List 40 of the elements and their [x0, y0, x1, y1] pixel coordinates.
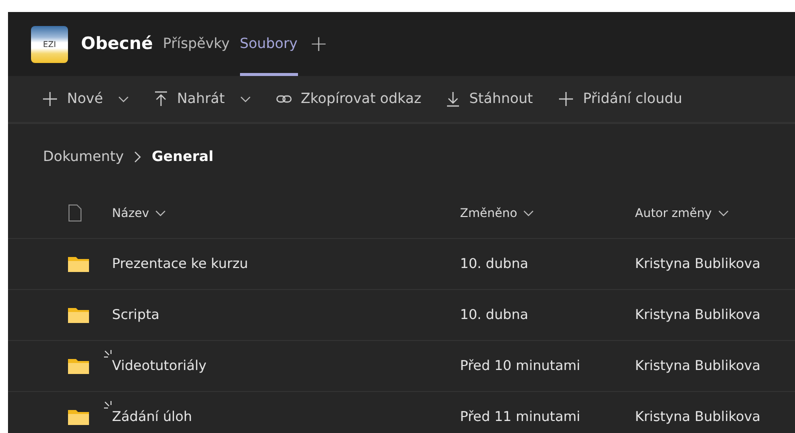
- toolbar-button[interactable]: Nové: [42, 91, 129, 107]
- table-cell-text: Před 10 minutami: [460, 358, 582, 374]
- table-cell-text: 10. dubna: [460, 307, 530, 323]
- table-cell-text: Kristyna Bublikova: [635, 256, 762, 272]
- toolbar-button[interactable]: Stáhnout: [446, 91, 533, 107]
- folder-icon: [68, 256, 89, 272]
- file-name[interactable]: Zádání úloh: [112, 409, 192, 425]
- file-type-icon: [68, 204, 82, 222]
- add-tab-button[interactable]: +: [310, 32, 328, 56]
- table-cell-text: Před 11 minutami: [460, 409, 582, 425]
- table-cell-text: 10. dubna: [460, 256, 530, 272]
- plus-icon: [558, 91, 574, 107]
- chevron-down-icon: [718, 210, 729, 216]
- folder-icon: [68, 307, 89, 323]
- upload-icon: [154, 91, 168, 107]
- team-logo: EZI: [31, 26, 68, 62]
- column-header[interactable]: Název: [112, 206, 460, 220]
- download-icon: [446, 91, 460, 107]
- plus-icon: [42, 91, 58, 107]
- file-name[interactable]: Videotutoriály: [112, 358, 207, 374]
- file-name[interactable]: Scripta: [112, 307, 160, 323]
- table-cell-text: Kristyna Bublikova: [635, 358, 762, 374]
- table-cell-text: Kristyna Bublikova: [635, 409, 762, 425]
- column-header[interactable]: Autor změny: [635, 206, 795, 220]
- column-header[interactable]: Změněno: [460, 206, 635, 220]
- chevron-down-icon: [523, 210, 534, 216]
- link-icon: [276, 93, 292, 105]
- chevron-right-icon: [134, 151, 142, 163]
- chevron-down-icon: [155, 210, 166, 216]
- table-cell-text: Kristyna Bublikova: [635, 307, 762, 323]
- folder-icon: [68, 409, 89, 425]
- folder-icon: [68, 358, 89, 374]
- channel-title: Obecné: [81, 34, 153, 54]
- breadcrumb-item[interactable]: General: [152, 149, 214, 165]
- toolbar-button[interactable]: Přidání cloudu: [558, 91, 682, 107]
- toolbar-button[interactable]: Zkopírovat odkaz: [276, 91, 422, 107]
- tab[interactable]: Příspěvky: [162, 12, 230, 76]
- toolbar-button[interactable]: Nahrát: [154, 91, 251, 107]
- breadcrumb-item[interactable]: Dokumenty: [43, 149, 124, 165]
- file-name[interactable]: Prezentace ke kurzu: [112, 256, 248, 272]
